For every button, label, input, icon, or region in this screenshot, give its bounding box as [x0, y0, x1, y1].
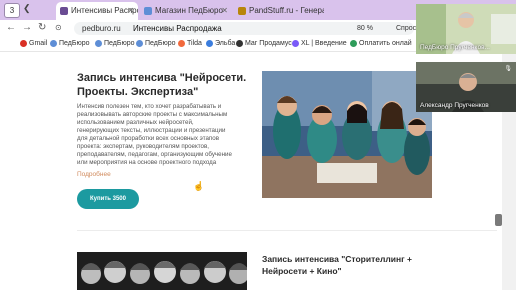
- site-favicon-icon: [144, 6, 152, 15]
- bookmark-xl[interactable]: XL | Введение: [292, 38, 347, 50]
- storytelling-photo: [77, 252, 247, 290]
- pedburo-icon: [50, 39, 57, 47]
- tab-count-button[interactable]: 3: [4, 3, 20, 18]
- forward-arrow-icon[interactable]: →: [22, 22, 32, 34]
- bookmark-pedburo-3[interactable]: ПедБюро: [136, 38, 176, 50]
- gmail-icon: [20, 39, 27, 47]
- participant-name: ПедБюро Пругченков...: [420, 44, 490, 51]
- url-page-title: Интенсивы Распродажа: [132, 24, 222, 33]
- section-divider: [77, 230, 497, 231]
- zoom-level[interactable]: 80 %: [357, 22, 373, 35]
- pedburo-icon: [95, 39, 102, 47]
- bookmark-elba[interactable]: Эльба: [206, 38, 235, 50]
- site-info-icon[interactable]: ⊙: [55, 22, 62, 34]
- close-icon[interactable]: ✕: [221, 2, 228, 20]
- elba-icon: [206, 39, 213, 47]
- tab-nav-icon[interactable]: ❮: [23, 3, 31, 14]
- pay-icon: [350, 39, 357, 47]
- students-photo: [262, 71, 432, 198]
- buy-button[interactable]: Купить 3500: [77, 189, 139, 209]
- bookmark-prodamus[interactable]: Маг Продамус: [236, 38, 292, 50]
- participant-name: Александр Пругченков: [420, 102, 489, 109]
- microphone-icon[interactable]: 🎙: [504, 65, 512, 72]
- reload-icon[interactable]: ↻: [38, 22, 46, 34]
- url-domain: pedburo.ru: [82, 24, 121, 33]
- tab-intensives[interactable]: Интенсивы Распродажа ✕: [56, 2, 138, 20]
- scrollbar-thumb[interactable]: [495, 214, 502, 226]
- tab-label: Магазин ПедБюро: [155, 6, 223, 15]
- hand-cursor-icon: ☝: [193, 181, 205, 191]
- prodamus-icon: [236, 39, 243, 47]
- more-link[interactable]: Подробнее: [77, 171, 111, 178]
- intensive-title: Запись интенсива "Нейросети. Проекты. Эк…: [77, 72, 247, 98]
- intensive-description: Интенсив полезен тем, кто хочет разрабат…: [77, 103, 232, 166]
- tab-shop[interactable]: Магазин ПедБюро ✕: [140, 2, 232, 20]
- bookmark-tilda[interactable]: Tilda: [178, 38, 202, 50]
- url-input[interactable]: pedburo.ru Интенсивы Распродажа 80 % Спр…: [74, 22, 427, 35]
- xl-icon: [292, 39, 299, 47]
- tab-label: PandStuff.ru - Генерато: [249, 6, 324, 15]
- bookmark-gmail[interactable]: Gmail: [20, 38, 47, 50]
- tab-pandstuff[interactable]: PandStuff.ru - Генерато: [234, 2, 324, 20]
- bookmark-pedburo-1[interactable]: ПедБюро: [50, 38, 90, 50]
- tilda-icon: [178, 39, 185, 47]
- site-favicon-icon: [238, 6, 246, 15]
- bookmark-pay[interactable]: Оплатить онлай: [350, 38, 412, 50]
- video-tile-alexander[interactable]: Александр Пругченков 🎙: [416, 62, 516, 112]
- video-tile-pedburo[interactable]: ПедБюро Пругченков...: [416, 4, 516, 54]
- close-icon[interactable]: ✕: [127, 2, 134, 20]
- site-favicon-icon: [60, 6, 68, 15]
- pedburo-icon: [136, 39, 143, 47]
- back-arrow-icon[interactable]: ←: [6, 22, 16, 34]
- bookmark-pedburo-2[interactable]: ПедБюро: [95, 38, 135, 50]
- second-intensive-title: Запись интенсива "Сторителлинг + Нейросе…: [262, 254, 413, 276]
